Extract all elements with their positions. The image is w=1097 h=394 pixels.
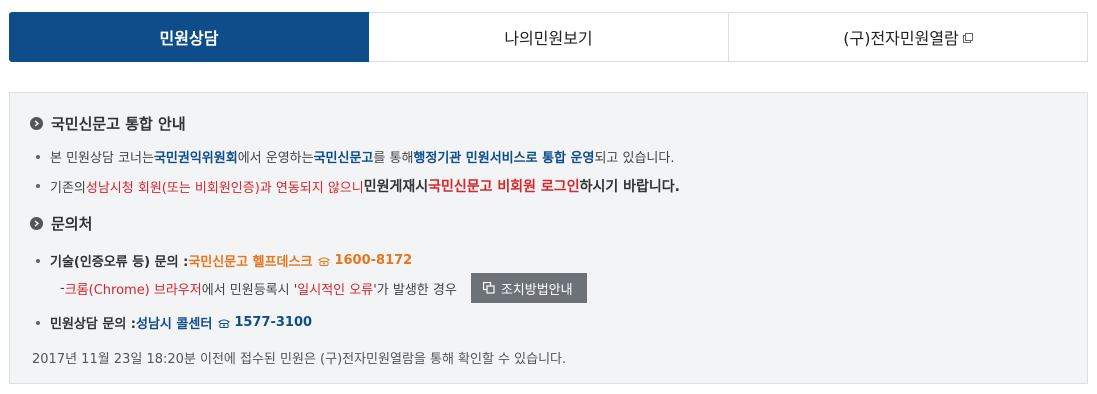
text-highlight: 일시적인 오류 <box>297 282 374 298</box>
notice-line-1: 본 민원상담 코너는 국민권익위원회 에서 운영하는 국민신문고 를 통해 행정기관… <box>36 147 674 166</box>
contact-title: 문의처 <box>51 215 93 233</box>
contact-consult-line: 민원상담 문의 : 성남시 콜센터 1577-3100 <box>36 313 312 332</box>
text: 에서 운영하는 <box>237 151 314 166</box>
call-center-name: 성남시 콜센터 <box>136 317 213 332</box>
footnote: 2017년 11월 23일 18:20분 이전에 접수된 민원은 (구)전자민원… <box>32 352 567 367</box>
bullet <box>36 320 40 325</box>
chevron-circle-icon <box>30 117 43 130</box>
contact-tech-line: 기술(인증오류 등) 문의 : 국민신문고 헬프데스크 1600-8172 <box>36 251 412 270</box>
phone-icon <box>318 257 331 266</box>
tab-old-complaints-label: (구)전자민원열람 <box>843 29 959 48</box>
text-bold: 기술(인증오류 등) 문의 : <box>50 255 189 270</box>
tab-consult[interactable]: 민원상담 <box>9 12 369 62</box>
contact-chrome-line: - 크롬(Chrome) 브라우저 에서 민원등록시 ' 일시적인 오류 '가 발생한… <box>60 273 587 303</box>
notice-heading: 국민신문고 통합 안내 <box>30 113 186 134</box>
tab-bar: 민원상담 나의민원보기 (구)전자민원열람 <box>9 12 1088 62</box>
text-highlight: 크롬(Chrome) 브라우저 <box>64 282 202 298</box>
text: 기존의 <box>50 180 86 196</box>
bullet <box>36 184 40 188</box>
copy-icon <box>482 282 495 294</box>
fix-guide-button[interactable]: 조치방법안내 <box>470 273 587 303</box>
text: 를 통해 <box>373 151 414 166</box>
tab-old-complaints[interactable]: (구)전자민원열람 <box>729 12 1088 62</box>
tab-my-complaints[interactable]: 나의민원보기 <box>369 12 729 62</box>
text-bold: 민원상담 문의 : <box>50 317 137 332</box>
bullet <box>36 154 40 159</box>
text: '가 발생한 경우 <box>373 282 457 298</box>
helpdesk-phone: 1600-8172 <box>334 253 413 268</box>
info-panel: 국민신문고 통합 안내 본 민원상담 코너는 국민권익위원회 에서 운영하는 국민… <box>9 92 1088 384</box>
helpdesk-name: 국민신문고 헬프데스크 <box>188 255 313 270</box>
contact-heading: 문의처 <box>30 213 92 234</box>
bullet <box>36 258 40 263</box>
text-highlight: 성남시청 회원(또는 비회원인증) <box>85 180 260 196</box>
chevron-circle-icon <box>30 217 43 230</box>
external-link-icon <box>962 33 973 43</box>
notice-line-2: 기존의 성남시청 회원(또는 비회원인증) 과 연동되지 않으니 민원게재시 국민… <box>36 176 680 196</box>
text: 에서 민원등록시 ' <box>201 282 298 298</box>
text: 되고 있습니다. <box>594 151 675 166</box>
text: 본 민원상담 코너는 <box>50 151 154 166</box>
notice-title: 국민신문고 통합 안내 <box>51 115 186 133</box>
text-bold: 민원게재시 <box>363 179 429 195</box>
text-highlight: 국민신문고 <box>313 151 374 166</box>
text-highlight: 국민권익위원회 <box>153 151 238 166</box>
text-highlight: 국민신문고 비회원 로그인 <box>428 179 580 195</box>
text-highlight: 행정기관 민원서비스로 통합 운영 <box>413 151 595 166</box>
tab-consult-label: 민원상담 <box>159 29 219 48</box>
text-highlight: 과 연동되지 않으니 <box>259 180 364 196</box>
call-center-phone: 1577-3100 <box>234 315 313 330</box>
phone-icon <box>218 319 231 328</box>
fix-guide-button-label: 조치방법안내 <box>500 282 573 298</box>
text-bold: 하시기 바랍니다. <box>579 179 680 195</box>
tab-my-complaints-label: 나의민원보기 <box>504 29 593 48</box>
